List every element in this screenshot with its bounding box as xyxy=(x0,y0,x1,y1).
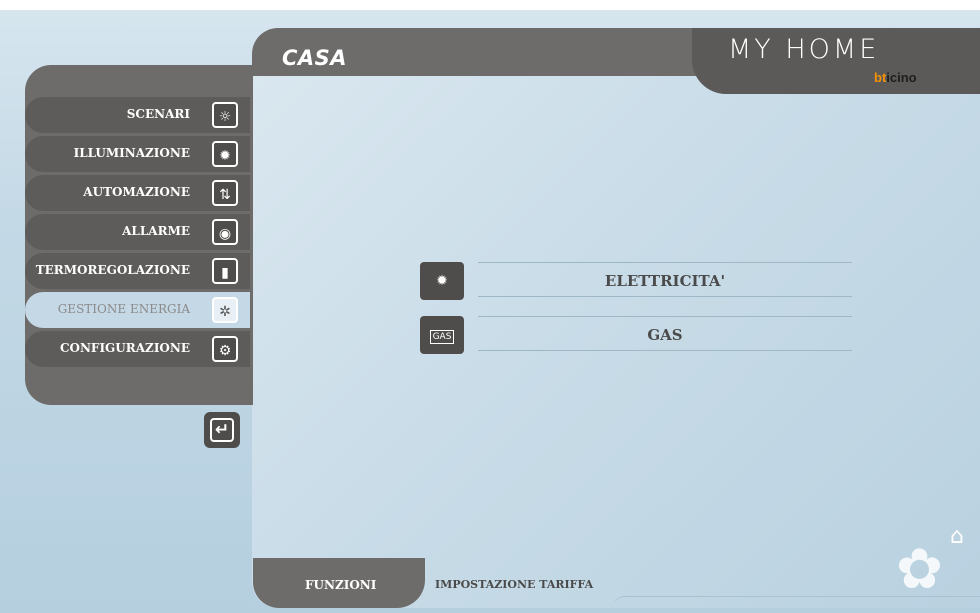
sidebar-item-label: GESTIONE ENERGIA xyxy=(57,302,190,316)
bticino-logo: bticino xyxy=(874,70,917,85)
gear-icon: ⚙ xyxy=(212,336,238,362)
sidebar-item-label: ILLUMINAZIONE xyxy=(73,146,190,160)
header: CASA MY HOME bticino xyxy=(252,28,980,96)
tab-label: IMPOSTAZIONE TARIFFA xyxy=(435,578,594,591)
divider xyxy=(478,296,852,297)
divider xyxy=(478,316,852,317)
sidebar-item-label: AUTOMAZIONE xyxy=(83,185,190,199)
brand-logo: MY HOME xyxy=(728,34,880,65)
gas-meter-icon: GAS xyxy=(420,316,464,354)
sidebar-item-gestione-energia[interactable]: GESTIONE ENERGIA ✲ xyxy=(25,292,250,328)
alarm-icon: ◉ xyxy=(212,219,238,245)
divider xyxy=(478,350,852,351)
option-label: GAS xyxy=(647,326,683,344)
bulb-icon: ✹ xyxy=(212,141,238,167)
scenario-icon: ☼ xyxy=(212,102,238,128)
plug-bulb-icon: ✹ xyxy=(420,262,464,300)
tab-funzioni[interactable]: FUNZIONI xyxy=(253,558,425,608)
sidebar-menu: SCENARI ☼ ILLUMINAZIONE ✹ AUTOMAZIONE ⇅ … xyxy=(25,97,250,370)
divider xyxy=(478,262,852,263)
flower-decoration-icon: ✿ xyxy=(896,537,943,602)
page-title: CASA xyxy=(282,46,348,70)
sidebar-item-label: TERMOREGOLAZIONE xyxy=(35,263,190,277)
option-label: ELETTRICITA' xyxy=(604,272,726,290)
sidebar-item-illuminazione[interactable]: ILLUMINAZIONE ✹ xyxy=(25,136,250,172)
sidebar-item-automazione[interactable]: AUTOMAZIONE ⇅ xyxy=(25,175,250,211)
sidebar-item-configurazione[interactable]: CONFIGURAZIONE ⚙ xyxy=(25,331,250,367)
sidebar-item-scenari[interactable]: SCENARI ☼ xyxy=(25,97,250,133)
tab-label: FUNZIONI xyxy=(305,578,377,592)
sidebar-item-allarme[interactable]: ALLARME ◉ xyxy=(25,214,250,250)
option-gas[interactable]: GAS GAS xyxy=(420,316,852,354)
thermometer-icon: ▮ xyxy=(212,258,238,284)
back-button[interactable]: ↵ xyxy=(204,412,240,448)
option-elettricita[interactable]: ✹ ELETTRICITA' xyxy=(420,262,852,300)
sidebar-item-termoregolazione[interactable]: TERMOREGOLAZIONE ▮ xyxy=(25,253,250,289)
back-arrow-icon: ↵ xyxy=(210,418,234,442)
top-strip xyxy=(0,0,980,10)
energy-gear-icon: ✲ xyxy=(212,297,238,323)
sidebar-item-label: ALLARME xyxy=(122,224,190,238)
sidebar-item-label: CONFIGURAZIONE xyxy=(59,341,190,355)
tab-impostazione-tariffa[interactable]: IMPOSTAZIONE TARIFFA xyxy=(425,566,615,608)
sidebar-item-label: SCENARI xyxy=(126,107,190,121)
shutter-icon: ⇅ xyxy=(212,180,238,206)
